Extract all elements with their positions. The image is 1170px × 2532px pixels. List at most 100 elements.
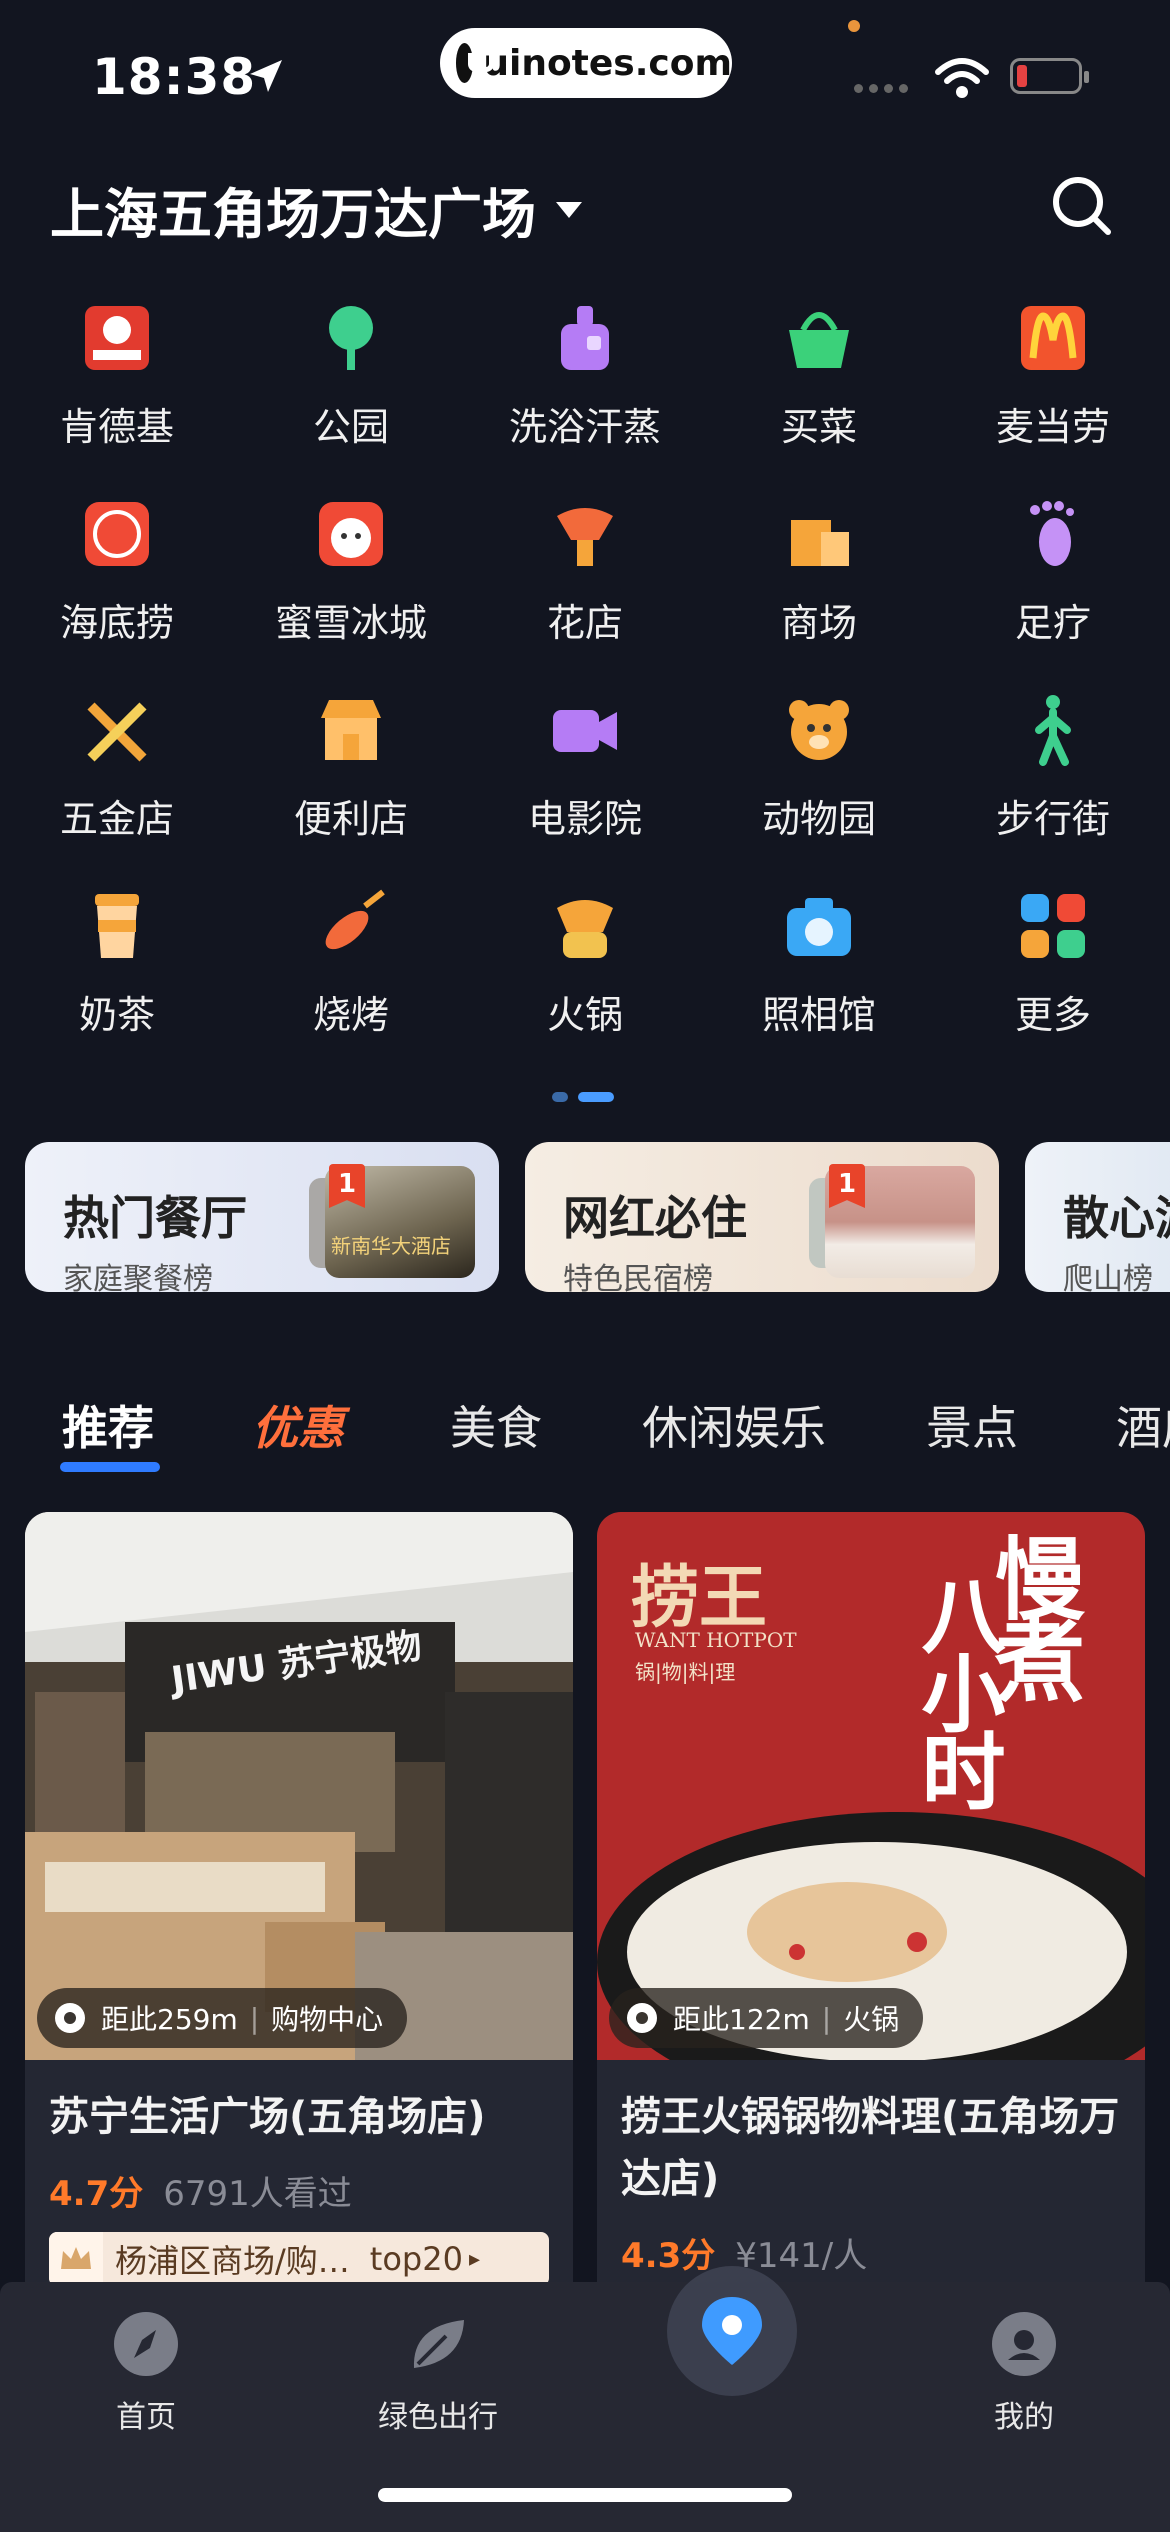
distance-text: 距此259m — [101, 2003, 238, 2036]
category-haidilao[interactable]: 海底捞 — [0, 496, 234, 676]
rank-card-hiking[interactable]: 散心游 爬山榜 — [1025, 1142, 1170, 1292]
category-label: 便利店 — [293, 797, 408, 841]
category-video[interactable]: 电影院 — [468, 692, 702, 872]
category-label: 买菜 — [780, 405, 857, 449]
category-tree[interactable]: 公园 — [234, 300, 468, 480]
place-meta: 4.7分 6791人看过 — [49, 2166, 352, 2215]
ranking-carousel: 热门餐厅 家庭聚餐榜 新南华大酒店 1 网红必住 特色民宿榜 1 散心游 爬山榜 — [25, 1142, 1170, 1292]
watermark-badge: uinotes.com — [440, 28, 732, 98]
rank-card-subtitle: 爬山榜 — [1063, 1262, 1153, 1292]
video-icon — [553, 710, 617, 752]
watermark-logo-icon — [456, 43, 495, 83]
hotpot-icon — [557, 900, 613, 958]
category-label: 蜜雪冰城 — [274, 601, 427, 645]
watermark-text: uinotes.com — [483, 42, 732, 84]
ranking-tag: top20 — [369, 2240, 463, 2278]
bath-icon — [561, 306, 609, 370]
category-label: 花店 — [546, 601, 623, 645]
category-kfc[interactable]: 肯德基 — [0, 300, 234, 480]
location-pin-icon — [627, 2003, 657, 2033]
feed-card-laowang[interactable]: 捞王 WANT HOTPOT 锅|物|料|理 慢煮 八小时 距此122m | 火… — [597, 1512, 1145, 2312]
tab-attractions[interactable]: 景点 — [926, 1392, 1018, 1458]
search-icon[interactable] — [1050, 174, 1114, 238]
category-mcdonalds[interactable]: 麦当劳 — [936, 300, 1170, 480]
category-label: 动物园 — [761, 797, 876, 841]
category-walker[interactable]: 步行街 — [936, 692, 1170, 872]
category-label: 照相馆 — [761, 993, 876, 1037]
category-foot[interactable]: 足疗 — [936, 496, 1170, 676]
crown-icon — [49, 2232, 103, 2286]
category-bear[interactable]: 动物园 — [702, 692, 936, 872]
milk-tea-icon — [95, 894, 139, 958]
category-label: 五金店 — [59, 797, 174, 841]
category-label: 公园 — [312, 405, 389, 449]
hotpot-photo: 捞王 WANT HOTPOT 锅|物|料|理 慢煮 八小时 — [597, 1512, 1145, 2060]
brand-subtitle: 锅|物|料|理 — [635, 1660, 736, 1684]
rank-card-subtitle: 家庭聚餐榜 — [63, 1262, 213, 1292]
privacy-indicator-dot — [848, 20, 860, 32]
feed-card-suning[interactable]: JIWU 苏宁极物 距此259m | 购物中心 苏宁生活广场(五角场店) 4.7… — [25, 1512, 573, 2312]
cellular-signal-icon — [854, 84, 908, 93]
category-milk-tea[interactable]: 奶茶 — [0, 888, 234, 1068]
nav-home[interactable]: 首页 — [66, 2312, 226, 2436]
brand-logo: 捞王 — [631, 1558, 768, 1638]
category-label: 商场 — [780, 601, 857, 645]
basket-icon — [789, 312, 849, 368]
view-count: 6791人看过 — [163, 2174, 352, 2214]
bbq-icon — [325, 889, 385, 950]
rank-card-homestays[interactable]: 网红必住 特色民宿榜 1 — [525, 1142, 999, 1292]
leaf-icon — [406, 2312, 470, 2376]
category-more-grid[interactable]: 更多 — [936, 888, 1170, 1068]
category-store[interactable]: 便利店 — [234, 692, 468, 872]
category-label: 足疗 — [1014, 601, 1091, 645]
brand-english: WANT HOTPOT — [635, 1628, 797, 1652]
nav-profile[interactable]: 我的 — [944, 2312, 1104, 2436]
nav-label: 首页 — [116, 2400, 176, 2435]
tab-recommend[interactable]: 推荐 — [62, 1392, 154, 1458]
rank-card-restaurants[interactable]: 热门餐厅 家庭聚餐榜 新南华大酒店 1 — [25, 1142, 499, 1292]
map-pin-icon — [702, 2297, 762, 2365]
category-bath[interactable]: 洗浴汗蒸 — [468, 300, 702, 480]
tab-hotels[interactable]: 酒店 — [1116, 1392, 1170, 1458]
category-label: 电影院 — [527, 797, 642, 841]
category-camera[interactable]: 照相馆 — [702, 888, 936, 1068]
tree-icon — [329, 306, 373, 370]
rating-score: 4.7分 — [49, 2174, 144, 2214]
category-basket[interactable]: 买菜 — [702, 300, 936, 480]
category-tools[interactable]: 五金店 — [0, 692, 234, 872]
active-tab-indicator — [60, 1462, 160, 1472]
category-label: 更多 — [1014, 993, 1091, 1037]
location-pin-icon — [55, 2003, 85, 2033]
nav-green-travel[interactable]: 绿色出行 — [358, 2312, 518, 2436]
ranking-text: 杨浦区商场/购… — [115, 2242, 350, 2280]
category-bbq[interactable]: 烧烤 — [234, 888, 468, 1068]
location-selector[interactable]: 上海五角场万达广场 — [50, 170, 582, 249]
status-time: 18:38 — [92, 48, 257, 106]
page-indicator — [552, 1092, 614, 1102]
tab-discounts[interactable]: 优惠 — [252, 1392, 344, 1458]
distance-pill: 距此259m | 购物中心 — [37, 1988, 408, 2048]
category-hotpot[interactable]: 火锅 — [468, 888, 702, 1068]
more-grid-icon — [1021, 894, 1085, 958]
category-snowman[interactable]: 蜜雪冰城 — [234, 496, 468, 676]
tools-icon — [87, 702, 147, 762]
distance-text: 距此122m — [673, 2003, 810, 2036]
rank-card-title: 热门餐厅 — [63, 1191, 247, 1245]
category-flower[interactable]: 花店 — [468, 496, 702, 676]
caret-down-icon — [556, 201, 582, 218]
tab-leisure[interactable]: 休闲娱乐 — [642, 1392, 826, 1458]
distance-pill: 距此122m | 火锅 — [609, 1988, 924, 2048]
haidilao-icon — [85, 502, 149, 566]
status-bar: 18:38 uinotes.com — [0, 0, 1170, 150]
category-label: 烧烤 — [312, 993, 389, 1037]
ranking-chip[interactable]: 杨浦区商场/购… top20 ▸ — [49, 2232, 549, 2286]
slogan-bottom: 八小时 — [908, 1572, 1007, 1806]
category-label: 肯德基 — [59, 405, 174, 449]
tab-food[interactable]: 美食 — [450, 1392, 542, 1458]
rank-card-title: 散心游 — [1063, 1191, 1170, 1245]
category-label: 洗浴汗蒸 — [508, 405, 661, 449]
category-mall[interactable]: 商场 — [702, 496, 936, 676]
rank-card-title: 网红必住 — [563, 1191, 747, 1245]
map-center-button[interactable] — [667, 2266, 797, 2396]
battery-icon — [1010, 58, 1089, 94]
